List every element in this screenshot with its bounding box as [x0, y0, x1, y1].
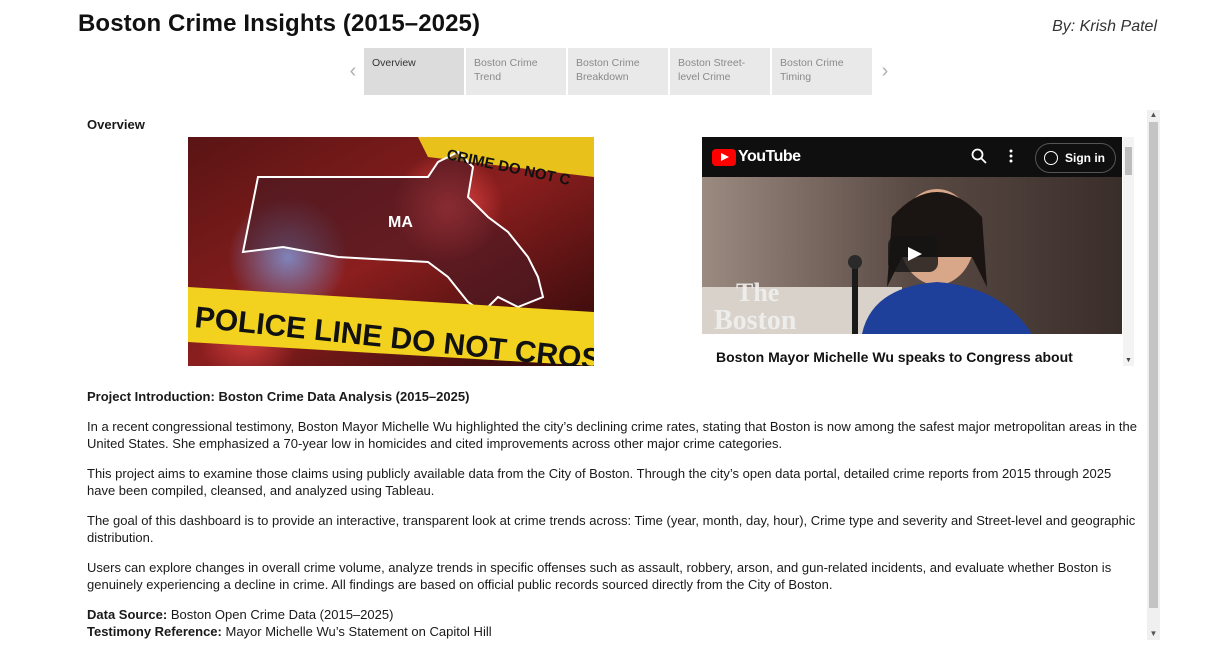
more-options-icon[interactable]	[1009, 149, 1013, 168]
intro-text: Project Introduction: Boston Crime Data …	[87, 388, 1137, 640]
tab-overview[interactable]: Overview	[364, 48, 464, 95]
intro-paragraph: In a recent congressional testimony, Bos…	[87, 419, 1137, 451]
testimony-line: Testimony Reference: Mayor Michelle Wu’s…	[87, 623, 1137, 640]
youtube-embed[interactable]: YouTube Sign in The Boston Boston Mayor …	[702, 137, 1122, 366]
intro-paragraph: The goal of this dashboard is to provide…	[87, 513, 1136, 545]
watermark-the: The	[736, 278, 779, 307]
story-tabs: ‹ Overview Boston Crime Trend Boston Cri…	[342, 48, 896, 95]
data-source-value: Boston Open Crime Data (2015–2025)	[170, 607, 394, 622]
youtube-header: YouTube Sign in	[702, 137, 1122, 177]
tab-crime-breakdown[interactable]: Boston Crime Breakdown	[568, 48, 668, 95]
sign-in-button[interactable]: Sign in	[1035, 143, 1116, 173]
youtube-logo-icon	[712, 148, 736, 166]
chevron-left-icon[interactable]: ‹	[342, 48, 364, 95]
sign-in-label: Sign in	[1065, 151, 1105, 165]
embed-scrollbar-thumb[interactable]	[1125, 147, 1132, 175]
intro-paragraph: This project aims to examine those claim…	[87, 466, 1112, 498]
data-source-line: Data Source: Boston Open Crime Data (201…	[87, 606, 1137, 623]
play-icon[interactable]	[888, 236, 938, 272]
data-source-label: Data Source:	[87, 607, 168, 622]
intro-heading: Project Introduction: Boston Crime Data …	[87, 389, 470, 404]
map-label: MA	[388, 214, 413, 231]
tab-crime-trend[interactable]: Boston Crime Trend	[466, 48, 566, 95]
author-credit: By: Krish Patel	[1052, 18, 1157, 35]
tab-street-level-crime[interactable]: Boston Street-level Crime	[670, 48, 770, 95]
dashboard-scrollbar[interactable]: ▲ ▼	[1147, 110, 1160, 640]
testimony-value: Mayor Michelle Wu’s Statement on Capitol…	[225, 624, 492, 639]
search-icon[interactable]	[971, 148, 987, 169]
dashboard-scrollbar-thumb[interactable]	[1149, 122, 1158, 608]
watermark-boston: Boston	[714, 305, 797, 334]
youtube-brand: YouTube	[738, 148, 801, 165]
account-icon	[1044, 151, 1058, 165]
scroll-down-icon[interactable]: ▼	[1123, 357, 1134, 364]
video-caption[interactable]: Boston Mayor Michelle Wu speaks to Congr…	[716, 349, 1073, 365]
dashboard-title: Boston Crime Insights (2015–2025)	[78, 10, 481, 37]
intro-paragraph: Users can explore changes in overall cri…	[87, 560, 1112, 592]
scroll-up-icon[interactable]: ▲	[1147, 110, 1160, 119]
tab-crime-timing[interactable]: Boston Crime Timing	[772, 48, 872, 95]
testimony-label: Testimony Reference:	[87, 624, 222, 639]
scroll-down-icon[interactable]: ▼	[1147, 629, 1160, 638]
chevron-right-icon[interactable]: ›	[874, 48, 896, 95]
crime-scene-illustration: MA POLICE LINE DO NOT CROSS CRIME DO NOT…	[188, 137, 594, 366]
section-label-overview: Overview	[87, 117, 145, 132]
youtube-logo[interactable]: YouTube	[712, 148, 801, 166]
embed-scrollbar[interactable]: ▼	[1123, 137, 1134, 366]
hero-image: MA POLICE LINE DO NOT CROSS CRIME DO NOT…	[188, 137, 594, 366]
